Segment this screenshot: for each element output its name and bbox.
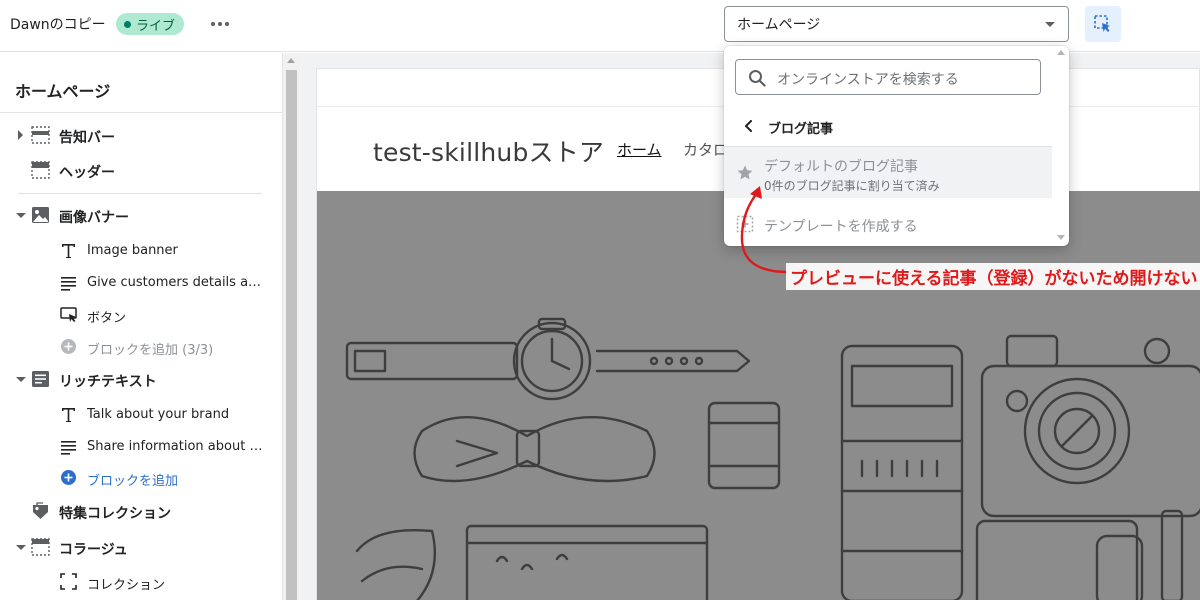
inspector-toggle-button[interactable] (1085, 6, 1121, 42)
scrollbar-thumb[interactable] (286, 70, 297, 600)
back-to-blog-posts[interactable]: ブログ記事 (724, 108, 1054, 144)
store-nav-home[interactable]: ホーム (617, 139, 662, 160)
live-status-badge: ライブ (116, 13, 185, 35)
store-nav-catalog[interactable]: カタロ (683, 139, 728, 160)
divider (0, 112, 282, 113)
popover-scroll-up-icon[interactable] (1057, 50, 1065, 55)
select-cursor-icon (1094, 15, 1110, 32)
block-label: Talk about your brand (87, 407, 230, 422)
block-label: ボタン (87, 311, 127, 326)
text-icon (62, 408, 75, 422)
sidebar-title: ホームページ (15, 82, 111, 101)
block-item[interactable]: Share information about yo... (0, 431, 282, 461)
section-announcement-bar[interactable]: 告知バー (0, 120, 282, 150)
image-banner-placeholder[interactable] (317, 191, 1200, 600)
block-item[interactable]: コレクション (0, 566, 282, 596)
chevron-right-icon[interactable] (18, 130, 23, 140)
chevron-down-icon[interactable] (16, 377, 26, 382)
template-subtitle: 0件のブログ記事に割り当て済み (764, 179, 940, 193)
section-label: 告知バー (59, 130, 115, 146)
collection-icon (60, 573, 77, 590)
top-bar: Dawnのコピー ライブ ホームページ (0, 0, 1200, 52)
announcement-bar-icon (31, 126, 50, 144)
block-label: Share information about yo... (87, 439, 269, 454)
star-icon (737, 165, 753, 180)
caret-down-icon (1045, 22, 1055, 27)
create-template-label: テンプレートを作成する (764, 219, 918, 235)
chevron-down-icon[interactable] (16, 213, 26, 218)
template-title: デフォルトのブログ記事 (764, 159, 918, 175)
page-select-value: ホームページ (737, 17, 821, 33)
paragraph-icon (61, 441, 76, 455)
section-label: ヘッダー (59, 165, 115, 181)
section-featured-collection[interactable]: 特集コレクション (0, 496, 282, 526)
create-template-button[interactable]: テンプレートを作成する (724, 209, 1052, 239)
header-icon (31, 161, 50, 179)
more-actions-icon[interactable] (208, 12, 232, 36)
chevron-down-icon[interactable] (16, 545, 26, 550)
section-image-banner[interactable]: 画像バナー (0, 200, 282, 230)
collage-icon (31, 538, 50, 556)
block-label: ブロックを追加 (87, 474, 179, 489)
live-dot-icon (124, 20, 131, 28)
popover-scroll-down-icon[interactable] (1057, 235, 1065, 240)
block-item[interactable]: Give customers details abo... (0, 267, 282, 297)
store-search-input[interactable]: オンラインストアを検索する (735, 59, 1041, 95)
default-blog-post-template[interactable]: デフォルトのブログ記事 0件のブログ記事に割り当て済み (724, 147, 1052, 198)
search-placeholder: オンラインストアを検索する (777, 72, 959, 88)
add-template-icon (736, 215, 754, 233)
chevron-left-icon (745, 120, 752, 132)
block-label: Give customers details abo... (87, 275, 269, 290)
section-collage[interactable]: コラージュ (0, 532, 282, 562)
block-item[interactable]: Talk about your brand (0, 399, 282, 429)
annotation-note: プレビューに使える記事（登録）がないため開けない (786, 263, 1200, 290)
button-icon (60, 307, 77, 322)
banner-illustration (345, 317, 1200, 600)
section-label: コラージュ (59, 542, 128, 558)
add-block-button[interactable]: ブロックを追加 (0, 462, 282, 492)
page-select[interactable]: ホームページ (724, 6, 1069, 42)
divider (18, 193, 262, 194)
paragraph-icon (61, 277, 76, 291)
page-select-popover: オンラインストアを検索する ブログ記事 デフォルトのブログ記事 0件のブログ記事… (724, 46, 1069, 246)
store-name[interactable]: test-skillhubストア (373, 133, 604, 169)
search-icon (749, 70, 766, 87)
block-item[interactable]: Image banner (0, 235, 282, 265)
live-badge-label: ライブ (136, 18, 176, 34)
tag-icon (33, 502, 48, 519)
rich-text-icon (32, 371, 49, 387)
image-icon (32, 207, 49, 223)
section-label: 画像バナー (59, 210, 129, 226)
add-circle-icon (61, 339, 76, 354)
theme-name: Dawnのコピー (10, 17, 106, 33)
block-item[interactable]: ボタン (0, 299, 282, 329)
section-label: リッチテキスト (59, 374, 157, 390)
block-label: Image banner (87, 243, 178, 258)
section-label: 特集コレクション (59, 506, 171, 522)
sections-sidebar: ホームページ 告知バー ヘッダー 画像バナー Image banner Give… (0, 53, 283, 600)
block-label: ブロックを追加 (3/3) (87, 343, 214, 358)
section-header[interactable]: ヘッダー (0, 155, 282, 185)
add-circle-icon (61, 470, 76, 485)
back-label: ブログ記事 (768, 122, 834, 137)
section-rich-text[interactable]: リッチテキスト (0, 364, 282, 394)
scroll-up-icon[interactable] (287, 58, 295, 63)
text-icon (62, 244, 75, 258)
add-block-disabled: ブロックを追加 (3/3) (0, 331, 282, 361)
block-label: コレクション (87, 578, 166, 593)
